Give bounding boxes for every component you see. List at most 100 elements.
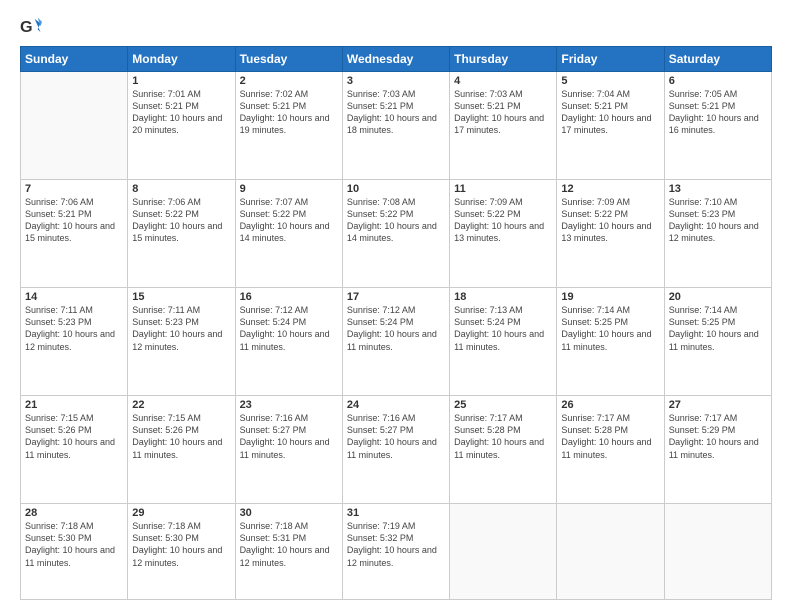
calendar-table: SundayMondayTuesdayWednesdayThursdayFrid… [20, 46, 772, 600]
calendar-cell: 9Sunrise: 7:07 AMSunset: 5:22 PMDaylight… [235, 180, 342, 288]
day-number: 8 [132, 183, 230, 195]
calendar-cell: 19Sunrise: 7:14 AMSunset: 5:25 PMDayligh… [557, 288, 664, 396]
day-info: Sunrise: 7:06 AMSunset: 5:22 PMDaylight:… [132, 196, 230, 245]
day-number: 28 [25, 507, 123, 519]
day-number: 3 [347, 75, 445, 87]
day-number: 25 [454, 399, 552, 411]
weekday-header-wednesday: Wednesday [342, 47, 449, 72]
calendar-cell: 29Sunrise: 7:18 AMSunset: 5:30 PMDayligh… [128, 504, 235, 600]
weekday-header-friday: Friday [557, 47, 664, 72]
day-info: Sunrise: 7:13 AMSunset: 5:24 PMDaylight:… [454, 304, 552, 353]
calendar-cell: 4Sunrise: 7:03 AMSunset: 5:21 PMDaylight… [450, 72, 557, 180]
calendar-cell: 13Sunrise: 7:10 AMSunset: 5:23 PMDayligh… [664, 180, 771, 288]
day-info: Sunrise: 7:02 AMSunset: 5:21 PMDaylight:… [240, 88, 338, 137]
calendar-cell [557, 504, 664, 600]
weekday-header-thursday: Thursday [450, 47, 557, 72]
calendar-header-row: SundayMondayTuesdayWednesdayThursdayFrid… [21, 47, 772, 72]
day-info: Sunrise: 7:16 AMSunset: 5:27 PMDaylight:… [240, 412, 338, 461]
day-info: Sunrise: 7:07 AMSunset: 5:22 PMDaylight:… [240, 196, 338, 245]
calendar-cell [450, 504, 557, 600]
day-info: Sunrise: 7:16 AMSunset: 5:27 PMDaylight:… [347, 412, 445, 461]
calendar-cell: 15Sunrise: 7:11 AMSunset: 5:23 PMDayligh… [128, 288, 235, 396]
weekday-header-tuesday: Tuesday [235, 47, 342, 72]
day-number: 12 [561, 183, 659, 195]
day-info: Sunrise: 7:12 AMSunset: 5:24 PMDaylight:… [347, 304, 445, 353]
calendar-week-3: 14Sunrise: 7:11 AMSunset: 5:23 PMDayligh… [21, 288, 772, 396]
calendar-cell: 26Sunrise: 7:17 AMSunset: 5:28 PMDayligh… [557, 396, 664, 504]
day-number: 19 [561, 291, 659, 303]
day-number: 26 [561, 399, 659, 411]
calendar-cell: 30Sunrise: 7:18 AMSunset: 5:31 PMDayligh… [235, 504, 342, 600]
day-number: 7 [25, 183, 123, 195]
day-number: 14 [25, 291, 123, 303]
day-info: Sunrise: 7:17 AMSunset: 5:29 PMDaylight:… [669, 412, 767, 461]
day-info: Sunrise: 7:04 AMSunset: 5:21 PMDaylight:… [561, 88, 659, 137]
logo-icon: G [20, 16, 42, 38]
day-info: Sunrise: 7:14 AMSunset: 5:25 PMDaylight:… [561, 304, 659, 353]
calendar-cell: 28Sunrise: 7:18 AMSunset: 5:30 PMDayligh… [21, 504, 128, 600]
day-number: 21 [25, 399, 123, 411]
calendar-cell: 8Sunrise: 7:06 AMSunset: 5:22 PMDaylight… [128, 180, 235, 288]
day-number: 2 [240, 75, 338, 87]
day-number: 31 [347, 507, 445, 519]
calendar-cell: 1Sunrise: 7:01 AMSunset: 5:21 PMDaylight… [128, 72, 235, 180]
page: G SundayMondayTuesdayWednesdayThursdayFr… [0, 0, 792, 612]
calendar-cell: 14Sunrise: 7:11 AMSunset: 5:23 PMDayligh… [21, 288, 128, 396]
calendar-week-4: 21Sunrise: 7:15 AMSunset: 5:26 PMDayligh… [21, 396, 772, 504]
day-info: Sunrise: 7:15 AMSunset: 5:26 PMDaylight:… [25, 412, 123, 461]
day-number: 9 [240, 183, 338, 195]
header: G [20, 16, 772, 38]
calendar-cell: 7Sunrise: 7:06 AMSunset: 5:21 PMDaylight… [21, 180, 128, 288]
day-info: Sunrise: 7:18 AMSunset: 5:31 PMDaylight:… [240, 520, 338, 569]
day-info: Sunrise: 7:17 AMSunset: 5:28 PMDaylight:… [561, 412, 659, 461]
calendar-cell: 11Sunrise: 7:09 AMSunset: 5:22 PMDayligh… [450, 180, 557, 288]
svg-text:G: G [20, 18, 33, 36]
day-info: Sunrise: 7:15 AMSunset: 5:26 PMDaylight:… [132, 412, 230, 461]
day-number: 20 [669, 291, 767, 303]
calendar-cell: 16Sunrise: 7:12 AMSunset: 5:24 PMDayligh… [235, 288, 342, 396]
day-info: Sunrise: 7:03 AMSunset: 5:21 PMDaylight:… [454, 88, 552, 137]
day-info: Sunrise: 7:19 AMSunset: 5:32 PMDaylight:… [347, 520, 445, 569]
day-info: Sunrise: 7:09 AMSunset: 5:22 PMDaylight:… [561, 196, 659, 245]
day-number: 4 [454, 75, 552, 87]
calendar-cell: 17Sunrise: 7:12 AMSunset: 5:24 PMDayligh… [342, 288, 449, 396]
calendar-cell: 10Sunrise: 7:08 AMSunset: 5:22 PMDayligh… [342, 180, 449, 288]
day-number: 29 [132, 507, 230, 519]
day-info: Sunrise: 7:11 AMSunset: 5:23 PMDaylight:… [25, 304, 123, 353]
day-info: Sunrise: 7:05 AMSunset: 5:21 PMDaylight:… [669, 88, 767, 137]
calendar-week-5: 28Sunrise: 7:18 AMSunset: 5:30 PMDayligh… [21, 504, 772, 600]
calendar-cell: 27Sunrise: 7:17 AMSunset: 5:29 PMDayligh… [664, 396, 771, 504]
calendar-cell: 21Sunrise: 7:15 AMSunset: 5:26 PMDayligh… [21, 396, 128, 504]
calendar-week-2: 7Sunrise: 7:06 AMSunset: 5:21 PMDaylight… [21, 180, 772, 288]
day-number: 10 [347, 183, 445, 195]
calendar-cell: 23Sunrise: 7:16 AMSunset: 5:27 PMDayligh… [235, 396, 342, 504]
day-info: Sunrise: 7:14 AMSunset: 5:25 PMDaylight:… [669, 304, 767, 353]
day-number: 18 [454, 291, 552, 303]
day-info: Sunrise: 7:18 AMSunset: 5:30 PMDaylight:… [25, 520, 123, 569]
day-number: 6 [669, 75, 767, 87]
day-number: 1 [132, 75, 230, 87]
calendar-cell: 2Sunrise: 7:02 AMSunset: 5:21 PMDaylight… [235, 72, 342, 180]
day-info: Sunrise: 7:10 AMSunset: 5:23 PMDaylight:… [669, 196, 767, 245]
day-info: Sunrise: 7:08 AMSunset: 5:22 PMDaylight:… [347, 196, 445, 245]
day-info: Sunrise: 7:17 AMSunset: 5:28 PMDaylight:… [454, 412, 552, 461]
weekday-header-monday: Monday [128, 47, 235, 72]
calendar-cell: 24Sunrise: 7:16 AMSunset: 5:27 PMDayligh… [342, 396, 449, 504]
calendar-cell [21, 72, 128, 180]
logo: G [20, 16, 46, 38]
day-number: 30 [240, 507, 338, 519]
calendar-cell: 20Sunrise: 7:14 AMSunset: 5:25 PMDayligh… [664, 288, 771, 396]
calendar-cell: 31Sunrise: 7:19 AMSunset: 5:32 PMDayligh… [342, 504, 449, 600]
calendar-week-1: 1Sunrise: 7:01 AMSunset: 5:21 PMDaylight… [21, 72, 772, 180]
day-info: Sunrise: 7:09 AMSunset: 5:22 PMDaylight:… [454, 196, 552, 245]
day-info: Sunrise: 7:11 AMSunset: 5:23 PMDaylight:… [132, 304, 230, 353]
day-number: 15 [132, 291, 230, 303]
day-number: 5 [561, 75, 659, 87]
weekday-header-saturday: Saturday [664, 47, 771, 72]
day-number: 22 [132, 399, 230, 411]
calendar-cell: 25Sunrise: 7:17 AMSunset: 5:28 PMDayligh… [450, 396, 557, 504]
day-info: Sunrise: 7:03 AMSunset: 5:21 PMDaylight:… [347, 88, 445, 137]
calendar-cell: 22Sunrise: 7:15 AMSunset: 5:26 PMDayligh… [128, 396, 235, 504]
day-number: 17 [347, 291, 445, 303]
day-info: Sunrise: 7:01 AMSunset: 5:21 PMDaylight:… [132, 88, 230, 137]
